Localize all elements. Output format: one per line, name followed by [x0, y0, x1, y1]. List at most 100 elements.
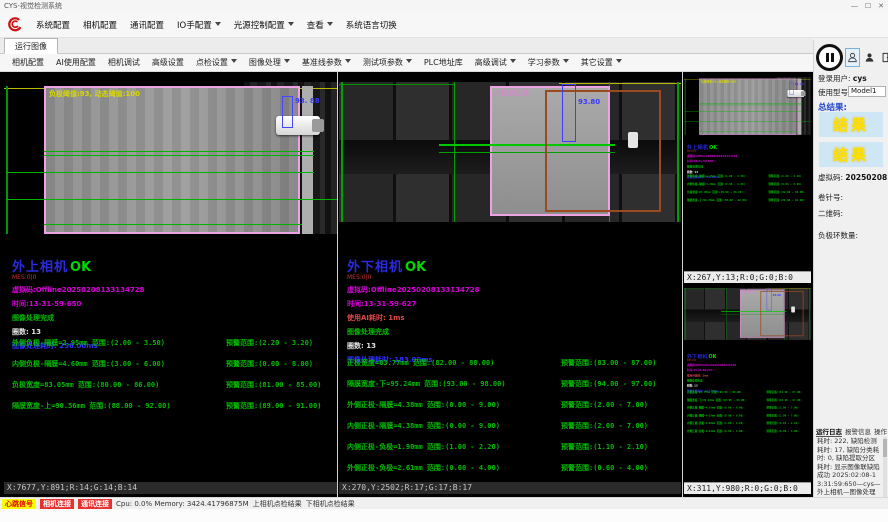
green-edge-line: [685, 288, 686, 340]
tool-advanced-debug[interactable]: 高级调试: [469, 57, 522, 68]
measurement-row: 外侧负极-隔膜=2.95mm 范围:(2.00 - 3.50)预警范围:(2.2…: [12, 338, 337, 348]
bright-band: [797, 79, 801, 135]
measurement-row: 外侧正极-负极=2.61mm 范围:(0.60 - 4.00)预警范围:(0.6…: [347, 463, 675, 473]
measurement-row: 正极宽度=83.77mm 范围:(82.00 - 88.00)预警范围:(83.…: [347, 358, 675, 368]
measurement-row: 外侧正极-隔膜=4.38mm 范围:(0.00 - 9.00)预警范围:(2.0…: [347, 400, 675, 410]
process-done-label: 图像处理完成: [347, 327, 480, 337]
user-icon: [847, 52, 858, 63]
virtual-code: 虚拟码:Offline20250208133134728: [687, 363, 736, 367]
lower-camera-check-result: 下相机点检结果: [306, 499, 355, 509]
menu-light-config[interactable]: 光源控制配置: [234, 19, 294, 31]
minimize-icon[interactable]: —: [851, 2, 858, 10]
bright-band: [302, 86, 313, 234]
result-ok: OK: [70, 260, 91, 275]
tool-plc-address[interactable]: PLC地址库: [418, 57, 469, 68]
menu-camera-config[interactable]: 相机配置: [83, 19, 117, 31]
result-text-block: 外下相机OK MES:0|0 虚拟码:Offline20250208133134…: [687, 353, 736, 393]
camera-view-lower[interactable]: AI检测区域 93.80 外下相机OK MES:0|0 虚拟码:Offline2…: [339, 74, 681, 494]
tool-advanced-settings[interactable]: 高级设置: [146, 57, 190, 68]
virtual-code: 虚拟码:Offline20250208133134728: [687, 154, 737, 158]
log-tab-alarm[interactable]: 报警信息: [845, 426, 871, 437]
model-select[interactable]: Model1: [848, 86, 886, 97]
camera-title: 外下相机: [347, 260, 403, 275]
measurement-row: 内侧负极-隔膜=4.60mm 范围:(3.00 - 6.00)预警范围:(0.0…: [687, 182, 811, 186]
roi-value-label: 93.80: [578, 98, 600, 106]
tool-other-settings[interactable]: 其它设置: [575, 57, 628, 68]
process-done-label: 图像处理完成: [687, 379, 736, 383]
logout-button[interactable]: [879, 48, 888, 67]
measurement-row: 内侧正极-隔膜=4.38mm 范围:(0.00 - 9.00)预警范围:(2.0…: [347, 421, 675, 431]
tool-camera-config[interactable]: 相机配置: [6, 57, 50, 68]
roi-value-label: 93.80: [773, 294, 781, 297]
threshold-label: 负极阈值:93, 动态阈值:100: [701, 80, 736, 84]
result-badge-lower: 结果: [819, 142, 883, 167]
green-edge-line: [809, 288, 810, 340]
tool-ai-config[interactable]: AI使用配置: [50, 57, 102, 68]
measurement-row: 隔膜宽度-下=95.24mm 范围:(93.00 - 98.00)预警范围:(9…: [687, 398, 809, 402]
qrcode-row: 二维码:: [818, 208, 843, 219]
anode-ring-count-row: 负极环数量:: [818, 230, 858, 241]
heartbeat-badge: 心跳信号: [2, 499, 36, 509]
connector-tip: [801, 91, 806, 96]
close-icon[interactable]: ✕: [878, 2, 884, 10]
camera-connection-badge: 相机连接: [40, 499, 74, 509]
operator-mode-button[interactable]: [845, 48, 860, 67]
menu-language-switch[interactable]: 系统语言切换: [346, 19, 397, 31]
menu-io-config[interactable]: IO手配置: [177, 19, 221, 31]
titlebar: CYS-视觉检测系统 — ☐ ✕: [0, 0, 888, 12]
measure-line: [44, 151, 314, 152]
measurement-row: 隔膜宽度-下=95.24mm 范围:(93.00 - 98.00)预警范围:(9…: [347, 379, 675, 389]
menu-comm-config[interactable]: 通讯配置: [130, 19, 164, 31]
turns-label: 圈数: 13: [687, 384, 736, 388]
pause-button[interactable]: [816, 44, 843, 71]
pixel-coordinate-readout: X:311,Y:980;R:0;G:0;B:0: [684, 482, 811, 494]
green-edge-line: [6, 86, 8, 234]
tool-camera-debug[interactable]: 相机调试: [102, 57, 146, 68]
maximize-icon[interactable]: ☐: [865, 2, 871, 10]
result-ok: OK: [709, 145, 717, 151]
thumbnail-view-upper[interactable]: 93. 88 负极阈值:93, 动态阈值:100 外上相机OK MES:0|0 …: [684, 74, 811, 283]
connector-tip: [312, 119, 324, 132]
log-scrollbar[interactable]: [883, 437, 887, 497]
upper-camera-check-result: 上相机点检结果: [253, 499, 302, 509]
measurement-row: 内侧正极-负极=1.90mm 范围:(1.00 - 2.20)预警范围:(1.1…: [687, 422, 809, 426]
status-bar: 心跳信号 相机连接 通讯连接 Cpu: 0.0% Memory: 3424.41…: [0, 497, 888, 509]
tool-learning-params[interactable]: 学习参数: [522, 57, 575, 68]
time-label: 时间:13-31-59-650: [687, 160, 737, 164]
green-edge-line: [677, 82, 679, 222]
footer-strip: [0, 509, 888, 522]
pixel-coordinate-readout: X:270,Y:2502;R:17;G:17;B:17: [339, 482, 681, 494]
log-tab-run[interactable]: 运行日志: [816, 426, 842, 437]
measurement-row: 外侧正极-负极=2.61mm 范围:(0.60 - 4.00)预警范围:(0.6…: [687, 429, 809, 433]
app-window: CYS-视觉检测系统 — ☐ ✕ 系统配置 相机配置 通讯配置 IO手配置 光源…: [0, 0, 888, 522]
camera-view-upper[interactable]: 93. 88 负极阈值:93, 动态阈值:100 外上相机OK MES:0|0 …: [4, 74, 337, 494]
menu-view[interactable]: 查看: [307, 19, 333, 31]
admin-mode-button[interactable]: [862, 48, 877, 67]
threshold-label: 负极阈值:93, 动态阈值:100: [49, 89, 140, 99]
tool-test-params[interactable]: 测试项参数: [357, 57, 418, 68]
mes-label: MES:0|0: [12, 274, 145, 281]
menubar: 系统配置 相机配置 通讯配置 IO手配置 光源控制配置 查看 系统语言切换: [0, 12, 888, 38]
tab-run-image[interactable]: 运行图像: [4, 38, 58, 54]
thumbnail-view-lower[interactable]: AI检测区域 93.80 外下相机OK MES:0|0 虚拟码:Offline2…: [684, 285, 811, 494]
camera-image-region: [44, 86, 300, 234]
blue-roi-box: [790, 82, 794, 94]
tool-spot-check[interactable]: 点检设置: [190, 57, 243, 68]
toolbar: 相机配置 AI使用配置 相机调试 高级设置 点检设置 图像处理 基准线参数 测试…: [0, 54, 813, 72]
window-title: CYS-视觉检测系统: [4, 1, 62, 11]
menu-system-config[interactable]: 系统配置: [36, 19, 70, 31]
tool-baseline-params[interactable]: 基准线参数: [296, 57, 357, 68]
roi-value-label: 93. 88: [295, 97, 320, 105]
needle-number-row: 卷针号:: [818, 192, 843, 203]
measurement-row: 负极宽度=83.05mm 范围:(80.00 - 86.00)预警范围:(81.…: [12, 380, 337, 390]
login-user-value: cys: [853, 74, 867, 83]
log-tab-operation[interactable]: 操作日志: [874, 426, 888, 437]
blue-roi-box: [562, 84, 576, 142]
pixel-coordinate-readout: X:7677,Y:891;R:14;G:14;B:14: [4, 482, 337, 494]
tool-image-processing[interactable]: 图像处理: [243, 57, 296, 68]
tab-strip: 运行图像: [0, 38, 813, 54]
panel-divider: [337, 72, 338, 497]
measurement-row: 隔膜宽度-上=90.56mm 范围:(88.00 - 92.00)预警范围:(8…: [687, 198, 811, 202]
result-ok: OK: [405, 260, 426, 275]
log-text: 耗时: 222, 缺陷检测耗时: 17, 缺陷分类耗时: 0, 缺陷提取分区耗时…: [817, 437, 881, 497]
